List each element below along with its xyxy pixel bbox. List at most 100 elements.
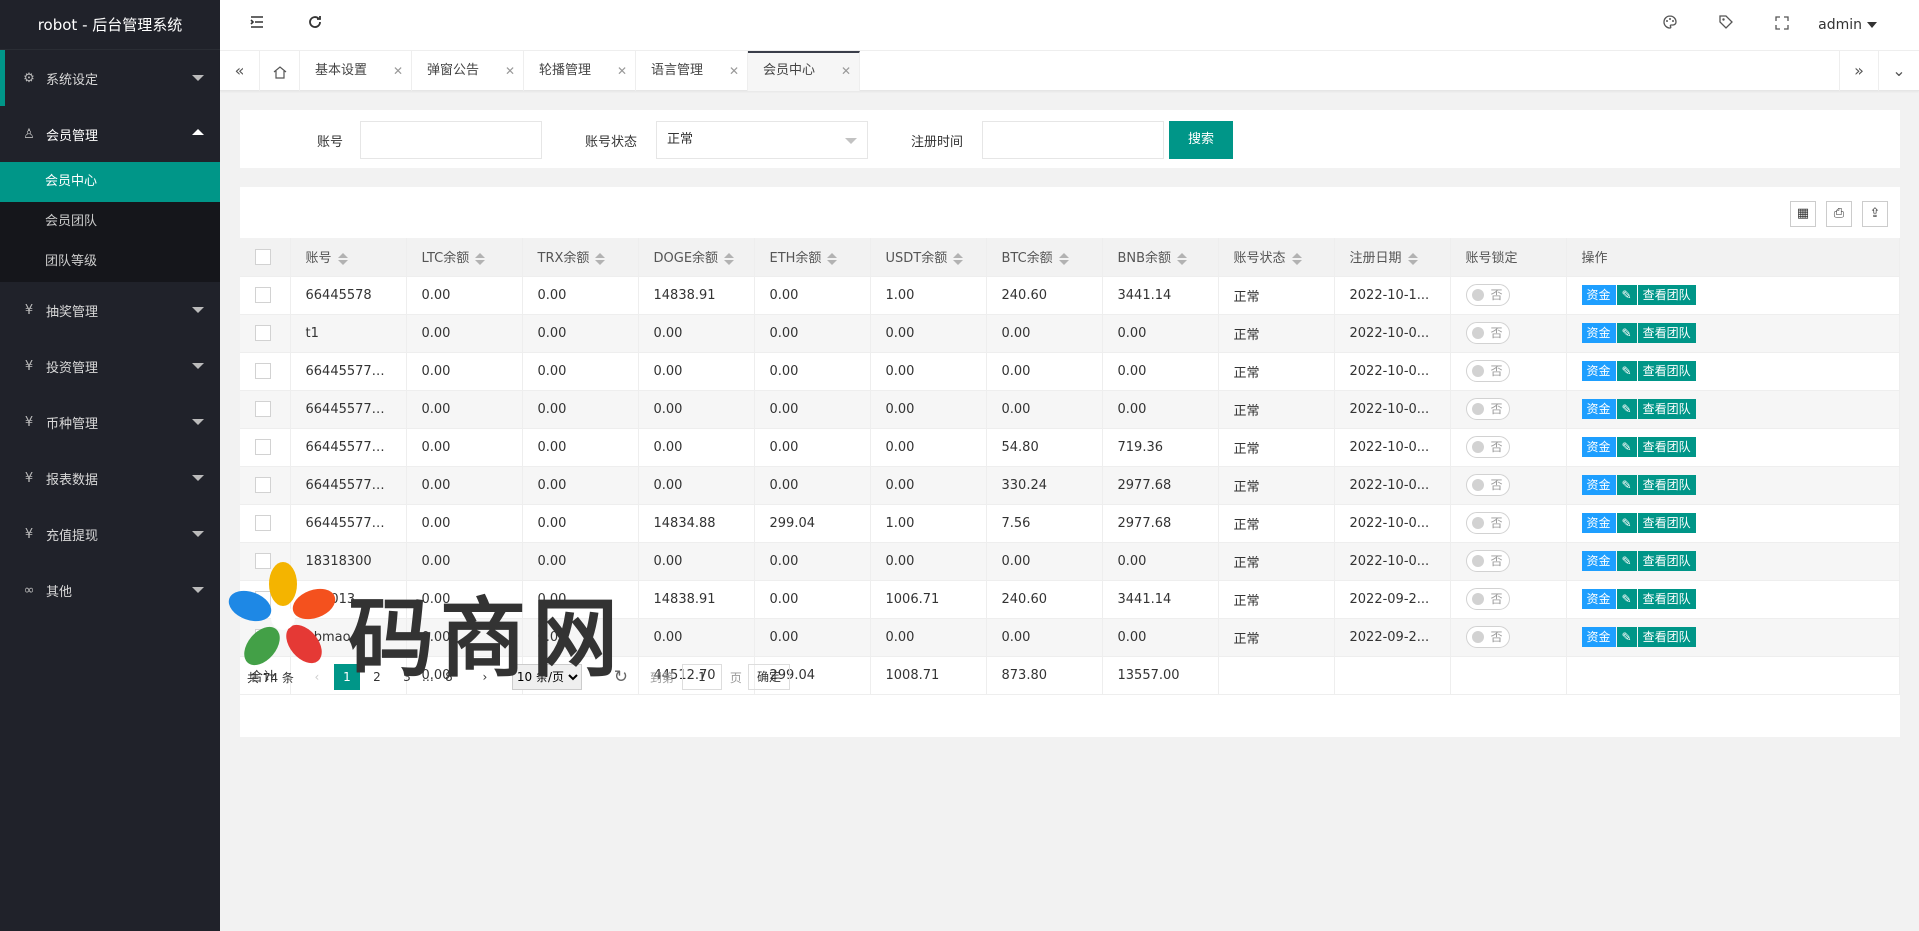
- row-checkbox[interactable]: [255, 477, 271, 493]
- col-header[interactable]: ETH余额: [754, 238, 871, 277]
- sidebar-item-deposit-withdraw[interactable]: ¥ 充值提现: [0, 506, 220, 562]
- lock-toggle[interactable]: 否: [1465, 436, 1510, 458]
- sort-icon[interactable]: [337, 252, 348, 265]
- tab-basic-settings[interactable]: 基本设置 ✕: [300, 51, 412, 91]
- view-team-button[interactable]: 查看团队: [1637, 513, 1696, 533]
- sidebar-subitem-member-team[interactable]: 会员团队: [0, 202, 220, 242]
- sort-icon[interactable]: [724, 252, 735, 265]
- home-icon[interactable]: [260, 51, 300, 91]
- view-team-button[interactable]: 查看团队: [1637, 627, 1696, 647]
- close-icon[interactable]: ✕: [393, 51, 403, 91]
- tabs-scroll-left-icon[interactable]: «: [220, 51, 260, 91]
- sort-icon[interactable]: [1058, 252, 1069, 265]
- sidebar-item-other[interactable]: ∞ 其他: [0, 562, 220, 618]
- lock-toggle[interactable]: 否: [1465, 512, 1510, 534]
- funds-button[interactable]: 资金: [1581, 323, 1616, 343]
- edit-icon[interactable]: ✎: [1616, 589, 1637, 609]
- edit-icon[interactable]: ✎: [1616, 285, 1637, 305]
- view-team-button[interactable]: 查看团队: [1637, 285, 1696, 305]
- col-header[interactable]: TRX余额: [522, 238, 639, 277]
- goto-page-input[interactable]: 1: [681, 664, 722, 690]
- sort-icon[interactable]: [1407, 252, 1418, 265]
- sort-icon[interactable]: [827, 252, 838, 265]
- lock-toggle[interactable]: 否: [1465, 474, 1510, 496]
- close-icon[interactable]: ✕: [617, 51, 627, 91]
- funds-button[interactable]: 资金: [1581, 285, 1616, 305]
- funds-button[interactable]: 资金: [1581, 627, 1616, 647]
- sidebar-item-currency[interactable]: ¥ 币种管理: [0, 394, 220, 450]
- edit-icon[interactable]: ✎: [1616, 323, 1637, 343]
- tab-language[interactable]: 语言管理 ✕: [636, 51, 748, 91]
- col-header[interactable]: 账号: [290, 238, 407, 277]
- sidebar-item-reports[interactable]: ¥ 报表数据: [0, 450, 220, 506]
- sort-icon[interactable]: [475, 252, 486, 265]
- edit-icon[interactable]: ✎: [1616, 475, 1637, 495]
- edit-icon[interactable]: ✎: [1616, 551, 1637, 571]
- col-header[interactable]: 注册日期: [1334, 238, 1451, 277]
- edit-icon[interactable]: ✎: [1616, 361, 1637, 381]
- close-icon[interactable]: ✕: [729, 51, 739, 91]
- sort-icon[interactable]: [595, 252, 606, 265]
- print-icon[interactable]: ⎙: [1826, 201, 1852, 227]
- col-header[interactable]: 账号状态: [1218, 238, 1335, 277]
- sidebar-subitem-member-center[interactable]: 会员中心: [0, 162, 220, 202]
- row-checkbox[interactable]: [255, 439, 271, 455]
- close-icon[interactable]: ✕: [841, 53, 851, 89]
- view-team-button[interactable]: 查看团队: [1637, 589, 1696, 609]
- lock-toggle[interactable]: 否: [1465, 284, 1510, 306]
- status-select[interactable]: 正常: [656, 121, 868, 159]
- columns-icon[interactable]: ▦: [1790, 201, 1816, 227]
- sort-icon[interactable]: [1291, 252, 1302, 265]
- lock-toggle[interactable]: 否: [1465, 588, 1510, 610]
- funds-button[interactable]: 资金: [1581, 437, 1616, 457]
- lock-toggle[interactable]: 否: [1465, 550, 1510, 572]
- row-checkbox[interactable]: [255, 401, 271, 417]
- col-header[interactable]: LTC余额: [406, 238, 523, 277]
- sort-icon[interactable]: [953, 252, 964, 265]
- edit-icon[interactable]: ✎: [1616, 437, 1637, 457]
- search-button[interactable]: 搜索: [1169, 121, 1233, 159]
- view-team-button[interactable]: 查看团队: [1637, 361, 1696, 381]
- sidebar-item-system-settings[interactable]: ⚙ 系统设定: [0, 50, 220, 106]
- col-header[interactable]: BNB余额: [1102, 238, 1219, 277]
- tabs-scroll-right-icon[interactable]: »: [1839, 51, 1879, 91]
- lock-toggle[interactable]: 否: [1465, 398, 1510, 420]
- col-header[interactable]: BTC余额: [986, 238, 1103, 277]
- lock-toggle[interactable]: 否: [1465, 322, 1510, 344]
- view-team-button[interactable]: 查看团队: [1637, 399, 1696, 419]
- tab-member-center[interactable]: 会员中心 ✕: [748, 51, 860, 91]
- lock-toggle[interactable]: 否: [1465, 360, 1510, 382]
- row-checkbox[interactable]: [255, 363, 271, 379]
- tab-carousel[interactable]: 轮播管理 ✕: [524, 51, 636, 91]
- edit-icon[interactable]: ✎: [1616, 627, 1637, 647]
- view-team-button[interactable]: 查看团队: [1637, 323, 1696, 343]
- sort-icon[interactable]: [1177, 252, 1188, 265]
- sidebar-item-investment[interactable]: ¥ 投资管理: [0, 338, 220, 394]
- fullscreen-icon[interactable]: [1771, 14, 1793, 36]
- sidebar-item-lottery[interactable]: ¥ 抽奖管理: [0, 282, 220, 338]
- row-checkbox[interactable]: [255, 325, 271, 341]
- row-checkbox[interactable]: [255, 515, 271, 531]
- lock-toggle[interactable]: 否: [1465, 626, 1510, 648]
- close-icon[interactable]: ✕: [505, 51, 515, 91]
- edit-icon[interactable]: ✎: [1616, 513, 1637, 533]
- sidebar-item-member-management[interactable]: ♙ 会员管理: [0, 106, 220, 162]
- col-header[interactable]: USDT余额: [870, 238, 987, 277]
- funds-button[interactable]: 资金: [1581, 399, 1616, 419]
- account-input[interactable]: [360, 121, 542, 159]
- user-menu[interactable]: admin: [1818, 17, 1877, 33]
- sidebar-subitem-team-level[interactable]: 团队等级: [0, 242, 220, 282]
- funds-button[interactable]: 资金: [1581, 475, 1616, 495]
- view-team-button[interactable]: 查看团队: [1637, 437, 1696, 457]
- select-all-checkbox[interactable]: [255, 248, 271, 265]
- view-team-button[interactable]: 查看团队: [1637, 475, 1696, 495]
- funds-button[interactable]: 资金: [1581, 513, 1616, 533]
- regtime-input[interactable]: [982, 121, 1164, 159]
- tab-popup-notice[interactable]: 弹窗公告 ✕: [412, 51, 524, 91]
- row-checkbox[interactable]: [255, 287, 271, 303]
- funds-button[interactable]: 资金: [1581, 551, 1616, 571]
- menu-toggle-icon[interactable]: [246, 14, 268, 36]
- view-team-button[interactable]: 查看团队: [1637, 551, 1696, 571]
- theme-icon[interactable]: [1659, 14, 1681, 36]
- col-header[interactable]: DOGE余额: [638, 238, 755, 277]
